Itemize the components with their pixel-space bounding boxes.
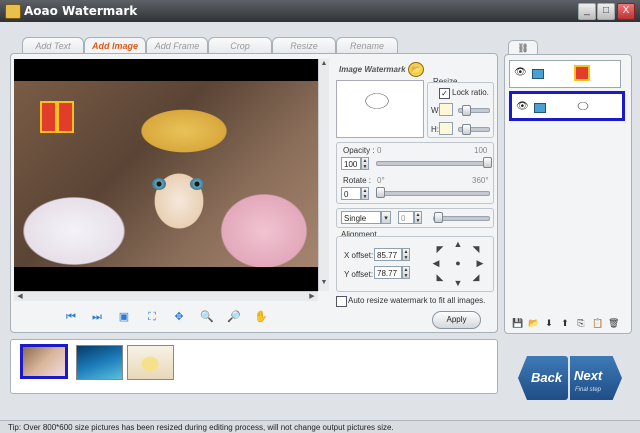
- title-bar: Aoao Watermark _ □ X: [0, 0, 640, 22]
- auto-resize-checkbox[interactable]: [336, 296, 347, 307]
- opacity-label: Opacity :: [343, 146, 375, 155]
- back-label: Back: [531, 370, 563, 385]
- scroll-down-icon[interactable]: ▼: [319, 279, 329, 286]
- width-field[interactable]: [439, 103, 453, 116]
- move-icon[interactable]: ✥: [172, 311, 186, 324]
- align-left-icon[interactable]: ◀: [431, 258, 441, 268]
- height-label: H:: [431, 125, 439, 134]
- thumbnail-fish[interactable]: [76, 345, 123, 380]
- auto-resize-label: Auto resize watermark to fit all images.: [348, 296, 486, 305]
- apply-button[interactable]: Apply: [432, 311, 481, 329]
- height-field[interactable]: [439, 122, 453, 135]
- align-top-icon[interactable]: ▲: [453, 239, 463, 249]
- tile-slider-handle[interactable]: [434, 212, 443, 223]
- image-type-icon: [534, 103, 546, 113]
- opacity-spinner[interactable]: ▲ ▼: [361, 157, 369, 170]
- window-title: Aoao Watermark: [24, 4, 138, 18]
- close-button[interactable]: X: [617, 3, 635, 20]
- watermark-preview-graphic: [355, 91, 399, 123]
- app-icon: [5, 4, 21, 19]
- align-top-right-icon[interactable]: ◥: [471, 244, 481, 254]
- tile-mode-select[interactable]: Single: [341, 211, 381, 224]
- rotate-field[interactable]: 0: [341, 187, 361, 200]
- next-label: Next: [574, 368, 603, 383]
- opacity-slider-track[interactable]: [376, 161, 490, 166]
- gift-thumb-icon: [574, 65, 590, 81]
- dog-thumb-icon: [574, 98, 592, 116]
- align-center-icon[interactable]: ●: [453, 258, 463, 268]
- rotate-max-tick: 360°: [472, 176, 489, 185]
- width-slider-handle[interactable]: [462, 105, 471, 116]
- chevron-down-icon[interactable]: ▾: [381, 211, 391, 224]
- align-bottom-right-icon[interactable]: ◢: [471, 272, 481, 282]
- x-offset-field[interactable]: 85.77: [374, 248, 402, 261]
- eye-icon[interactable]: 👁: [516, 101, 529, 112]
- maximize-button[interactable]: □: [597, 3, 615, 20]
- preview-vscrollbar[interactable]: ▲ ▼: [318, 59, 329, 291]
- opacity-max-tick: 100: [474, 146, 488, 155]
- watermark-item-dog[interactable]: 👁: [509, 91, 625, 121]
- back-button[interactable]: Back: [518, 356, 568, 400]
- rotate-label: Rotate :: [343, 176, 372, 185]
- gift-watermark-icon[interactable]: [40, 101, 74, 133]
- full-icon[interactable]: ⛶: [145, 311, 159, 324]
- y-offset-spinner[interactable]: ▲ ▼: [402, 266, 410, 279]
- height-slider-handle[interactable]: [462, 124, 471, 135]
- scroll-up-icon[interactable]: ▲: [319, 60, 329, 67]
- scroll-right-icon[interactable]: ▶: [307, 292, 317, 300]
- open-folder-icon[interactable]: 📂: [408, 62, 424, 77]
- next-step-button[interactable]: Next Final step: [570, 356, 622, 400]
- scroll-left-icon[interactable]: ◀: [15, 292, 25, 300]
- layers-tab-icon[interactable]: ⛓: [508, 40, 538, 55]
- image-type-icon: [532, 69, 544, 79]
- final-step-label: Final step: [575, 387, 602, 393]
- rotate-slider-track[interactable]: [376, 191, 490, 196]
- kitten-photo: [14, 81, 318, 267]
- rotate-slider-handle[interactable]: [376, 187, 385, 198]
- lock-ratio-checkbox[interactable]: ✓: [439, 88, 450, 99]
- status-bar: Tip: Over 800*600 size pictures has been…: [0, 420, 640, 433]
- copy-icon[interactable]: ⎘: [576, 318, 586, 328]
- y-offset-label: Y offset:: [344, 270, 374, 279]
- paste-icon[interactable]: 📋: [592, 318, 603, 328]
- align-bottom-left-icon[interactable]: ◣: [435, 272, 445, 282]
- down-icon[interactable]: ⬇: [544, 318, 554, 328]
- image-preview[interactable]: [14, 59, 318, 291]
- watermark-thumbnail: [336, 80, 424, 138]
- image-watermark-header: Image Watermark: [339, 65, 406, 74]
- thumbnail-kitten[interactable]: [20, 344, 68, 379]
- opacity-slider-handle[interactable]: [483, 157, 492, 168]
- align-right-icon[interactable]: ▶: [475, 258, 485, 268]
- delete-icon[interactable]: 🗑: [608, 318, 619, 328]
- eye-icon[interactable]: 👁: [514, 67, 527, 78]
- opacity-min-tick: 0: [377, 146, 382, 155]
- cat-eye-left: [152, 178, 166, 190]
- align-top-left-icon[interactable]: ◤: [435, 244, 445, 254]
- first-icon[interactable]: ⏮: [64, 311, 78, 324]
- watermark-item-gift[interactable]: 👁: [509, 60, 621, 88]
- next-icon[interactable]: ⏭: [90, 311, 104, 324]
- x-offset-label: X offset:: [344, 251, 374, 260]
- thumbnail-chick[interactable]: [127, 345, 174, 380]
- y-offset-field[interactable]: 78.77: [374, 266, 402, 279]
- rotate-spinner[interactable]: ▲ ▼: [361, 187, 369, 200]
- preview-hscrollbar[interactable]: ◀ ▶: [14, 291, 318, 301]
- save-icon[interactable]: 💾: [512, 318, 523, 328]
- tile-count-spinner[interactable]: ▲ ▼: [414, 211, 422, 224]
- x-offset-spinner[interactable]: ▲ ▼: [402, 248, 410, 261]
- tile-count-field[interactable]: 0: [398, 211, 414, 224]
- rotate-min-tick: 0°: [377, 176, 385, 185]
- fit-icon[interactable]: ▣: [117, 311, 131, 324]
- up-icon[interactable]: ⬆: [560, 318, 570, 328]
- minimize-button[interactable]: _: [578, 3, 596, 20]
- lock-ratio-label: Lock ratio.: [452, 88, 489, 97]
- zoom-in-icon[interactable]: 🔍: [200, 311, 214, 324]
- cat-eye-right: [190, 178, 204, 190]
- hand-icon[interactable]: ✋: [254, 311, 268, 324]
- zoom-out-icon[interactable]: 🔎: [227, 311, 241, 324]
- align-bottom-icon[interactable]: ▼: [453, 278, 463, 288]
- opacity-field[interactable]: 100: [341, 157, 361, 170]
- open-icon[interactable]: 📂: [528, 318, 539, 328]
